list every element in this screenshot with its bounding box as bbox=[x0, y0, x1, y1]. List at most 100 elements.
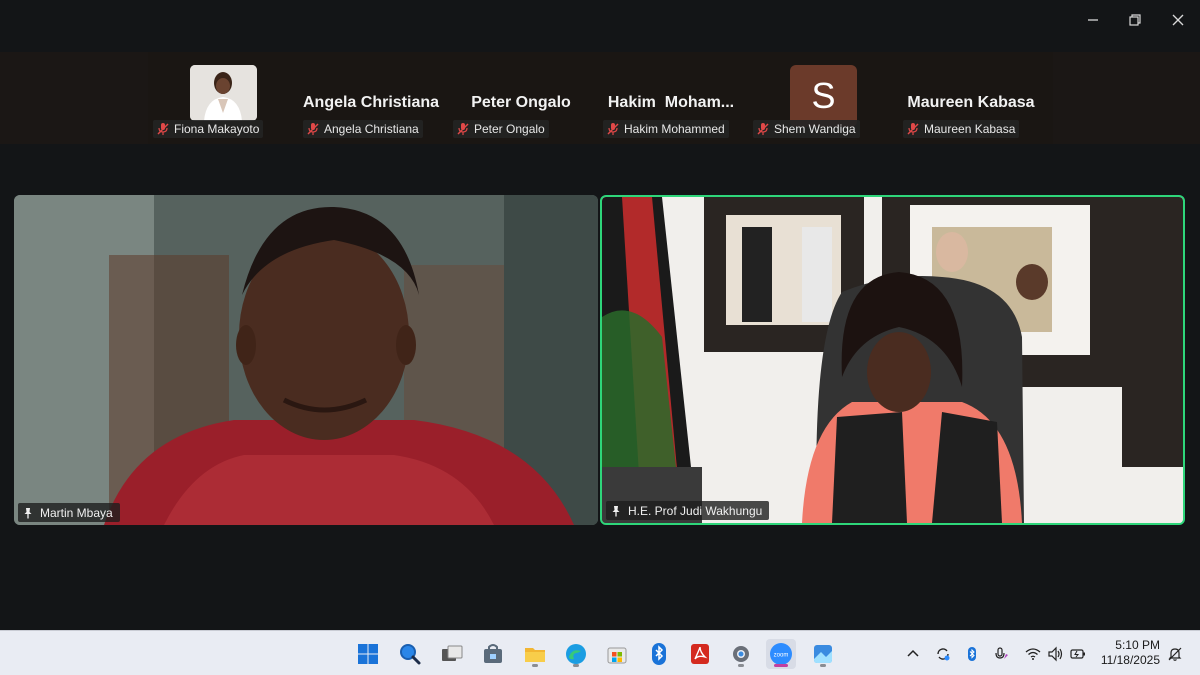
video-tile-judi[interactable]: H.E. Prof Judi Wakhungu bbox=[600, 195, 1185, 525]
participant-tile-angela[interactable]: Angela Christiana Angela Christiana bbox=[300, 56, 442, 142]
taskbar-app-bluetooth[interactable] bbox=[644, 639, 674, 669]
restore-icon bbox=[1129, 14, 1141, 26]
tray-battery[interactable] bbox=[1069, 645, 1087, 663]
shopping-bag-icon bbox=[484, 644, 502, 663]
start-button[interactable] bbox=[353, 639, 383, 669]
title-bar bbox=[0, 0, 1200, 40]
taskbar: zoom 5:10 PM 11/18/2025 bbox=[0, 630, 1200, 675]
participant-strip: Fiona Makayoto Angela Christiana Angela … bbox=[0, 52, 1200, 144]
participant-name: Angela Christiana bbox=[324, 122, 419, 136]
avatar: S bbox=[790, 65, 857, 127]
mic-muted-icon bbox=[907, 123, 919, 135]
search-icon bbox=[400, 644, 421, 665]
participant-label: Maureen Kabasa bbox=[903, 120, 1020, 138]
close-icon bbox=[1172, 14, 1184, 26]
taskbar-app-acrobat[interactable] bbox=[685, 639, 715, 669]
tray-wifi[interactable] bbox=[1024, 645, 1042, 663]
task-view-button[interactable] bbox=[437, 639, 467, 669]
participant-photo bbox=[190, 65, 257, 121]
video-participant-name: Martin Mbaya bbox=[40, 505, 113, 520]
taskbar-app-microsoft-store[interactable] bbox=[602, 639, 632, 669]
bluetooth-icon bbox=[652, 643, 666, 665]
tray-volume[interactable] bbox=[1046, 645, 1064, 663]
taskbar-app-edge[interactable] bbox=[561, 639, 591, 669]
minimize-button[interactable] bbox=[1073, 6, 1113, 34]
restore-button[interactable] bbox=[1115, 6, 1155, 34]
participant-tile-shem[interactable]: S Shem Wandiga bbox=[750, 56, 892, 142]
tray-microphone[interactable] bbox=[993, 645, 1011, 663]
mic-muted-icon bbox=[307, 123, 319, 135]
mic-icon bbox=[995, 647, 1008, 659]
participant-tile-peter[interactable]: Peter Ongalo Peter Ongalo bbox=[450, 56, 592, 142]
edge-icon bbox=[566, 644, 586, 664]
taskbar-app-file-explorer[interactable] bbox=[520, 639, 550, 669]
chevron-up-icon bbox=[907, 649, 919, 657]
running-indicator bbox=[738, 664, 744, 667]
search-button[interactable] bbox=[395, 639, 425, 669]
video-feed bbox=[14, 195, 598, 525]
taskbar-app-zoom[interactable]: zoom bbox=[766, 639, 796, 669]
participant-label: Hakim Mohammed bbox=[603, 120, 729, 138]
active-app-indicator bbox=[774, 664, 788, 667]
participant-tile-hakim[interactable]: Hakim Moham... Hakim Mohammed bbox=[600, 56, 742, 142]
participant-name: Peter Ongalo bbox=[474, 122, 545, 136]
participant-tile-fiona[interactable]: Fiona Makayoto bbox=[150, 56, 292, 142]
participant-label: Peter Ongalo bbox=[453, 120, 549, 138]
acrobat-icon bbox=[691, 644, 709, 664]
video-feed bbox=[602, 197, 1183, 523]
zoom-logo-text: zoom bbox=[774, 653, 789, 659]
taskbar-app-photos[interactable] bbox=[808, 639, 838, 669]
task-view-icon bbox=[442, 645, 463, 661]
gear-icon bbox=[733, 646, 749, 662]
participant-label: Angela Christiana bbox=[303, 120, 423, 138]
participant-display-name: Hakim Moham... bbox=[607, 94, 735, 111]
running-indicator bbox=[573, 664, 579, 667]
mic-muted-icon bbox=[157, 123, 169, 135]
close-button[interactable] bbox=[1158, 6, 1198, 34]
windows-icon bbox=[358, 644, 378, 664]
store-icon bbox=[607, 647, 627, 664]
tray-bluetooth[interactable] bbox=[963, 645, 981, 663]
pin-icon bbox=[612, 505, 620, 516]
show-hidden-icons-button[interactable] bbox=[904, 645, 922, 663]
folder-icon bbox=[525, 648, 545, 662]
pin-icon bbox=[24, 507, 32, 518]
participant-display-name: Angela Christiana bbox=[302, 94, 440, 111]
participant-display-name: Peter Ongalo bbox=[471, 94, 571, 111]
notification-center-button[interactable] bbox=[1166, 645, 1184, 663]
participant-name: Shem Wandiga bbox=[774, 122, 856, 136]
running-indicator bbox=[532, 664, 538, 667]
video-name-label: H.E. Prof Judi Wakhungu bbox=[606, 501, 770, 520]
participant-display-name: Maureen Kabasa bbox=[907, 94, 1035, 111]
bluetooth-icon bbox=[968, 647, 976, 661]
video-name-label: Martin Mbaya bbox=[18, 503, 120, 522]
zoom-meeting-window: Fiona Makayoto Angela Christiana Angela … bbox=[0, 0, 1200, 630]
photos-icon bbox=[814, 645, 832, 663]
taskbar-app-store-bag[interactable] bbox=[478, 639, 508, 669]
sync-icon bbox=[937, 648, 950, 661]
minimize-icon bbox=[1088, 19, 1098, 21]
system-clock[interactable]: 5:10 PM 11/18/2025 bbox=[1101, 638, 1160, 668]
mic-muted-icon bbox=[607, 123, 619, 135]
clock-time: 5:10 PM bbox=[1115, 638, 1160, 652]
notification-bell-icon bbox=[1168, 647, 1182, 661]
volume-icon bbox=[1048, 646, 1063, 662]
battery-icon bbox=[1070, 649, 1085, 659]
participant-label: Fiona Makayoto bbox=[153, 120, 264, 138]
video-participant-name: H.E. Prof Judi Wakhungu bbox=[628, 503, 763, 518]
mic-muted-icon bbox=[757, 123, 769, 135]
participant-name: Fiona Makayoto bbox=[174, 122, 260, 136]
video-tile-martin[interactable]: Martin Mbaya bbox=[14, 195, 598, 525]
mic-muted-icon bbox=[457, 123, 469, 135]
participant-label: Shem Wandiga bbox=[753, 120, 860, 138]
participant-strip-inner: Fiona Makayoto Angela Christiana Angela … bbox=[148, 52, 1053, 144]
taskbar-app-settings[interactable] bbox=[726, 639, 756, 669]
clock-date: 11/18/2025 bbox=[1100, 653, 1160, 667]
participant-name: Maureen Kabasa bbox=[924, 122, 1016, 136]
wifi-icon bbox=[1025, 648, 1041, 660]
running-indicator bbox=[820, 664, 826, 667]
participant-name: Hakim Mohammed bbox=[624, 122, 725, 136]
tray-sync[interactable] bbox=[934, 645, 952, 663]
participant-tile-maureen[interactable]: Maureen Kabasa Maureen Kabasa bbox=[900, 56, 1042, 142]
zoom-icon: zoom bbox=[770, 643, 792, 665]
